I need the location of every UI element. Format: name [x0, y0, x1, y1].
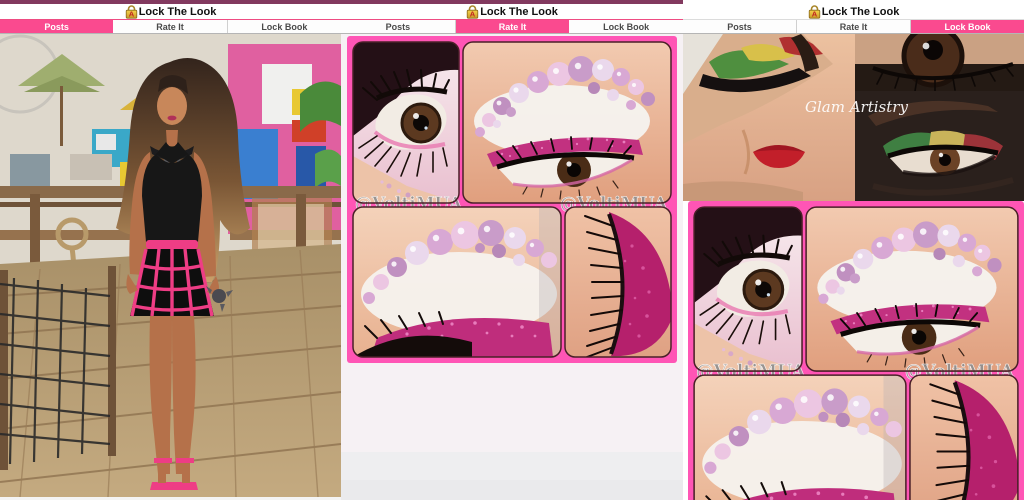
panel-lock-book: Lock The Look Posts Rate It Lock Book Gl… [683, 0, 1024, 500]
tab-posts[interactable]: Posts [341, 20, 456, 33]
tab-lock-book[interactable]: Lock Book [569, 20, 683, 33]
rate-it-collage-photo[interactable] [347, 36, 677, 363]
tab-rate-it[interactable]: Rate It [455, 20, 570, 33]
lock-book-grid-photo[interactable]: Glam Artistry [683, 34, 1024, 201]
app-title: Lock The Look [138, 5, 217, 18]
tab-bar: Posts Rate It Lock Book [0, 20, 341, 34]
app-header: Lock The Look [0, 4, 341, 19]
panel-posts: Lock The Look Posts Rate It Lock Book [0, 0, 341, 500]
post-photo-outfit[interactable] [0, 34, 341, 497]
watermark-glam-artistry: Glam Artistry [805, 98, 908, 116]
tab-rate-it[interactable]: Rate It [797, 20, 911, 33]
background-band [341, 480, 683, 500]
lock-book-collage-photo[interactable] [688, 201, 1024, 500]
tab-posts[interactable]: Posts [0, 20, 114, 33]
tab-lock-book[interactable]: Lock Book [911, 20, 1024, 33]
tab-posts[interactable]: Posts [683, 20, 797, 33]
tab-bar: Posts Rate It Lock Book [683, 20, 1024, 34]
lock-logo-icon [808, 5, 821, 19]
rate-it-content [341, 34, 683, 500]
tab-lock-book[interactable]: Lock Book [227, 20, 341, 33]
app-header: Lock The Look [341, 4, 683, 19]
app-title: Lock The Look [480, 5, 558, 18]
lock-logo-icon [125, 5, 138, 19]
app-header: Lock The Look [683, 4, 1024, 19]
lock-logo-icon [466, 5, 479, 19]
panel-rate-it: Lock The Look Posts Rate It Lock Book [341, 0, 683, 500]
tab-rate-it[interactable]: Rate It [113, 20, 228, 33]
lock-book-content: Glam Artistry [683, 34, 1024, 500]
app-title: Lock The Look [821, 5, 900, 18]
tab-bar: Posts Rate It Lock Book [341, 20, 683, 34]
app-screenshots-strip: Lock The Look Posts Rate It Lock Book Lo… [0, 0, 1024, 500]
background-band [341, 452, 683, 480]
posts-content [0, 34, 341, 500]
